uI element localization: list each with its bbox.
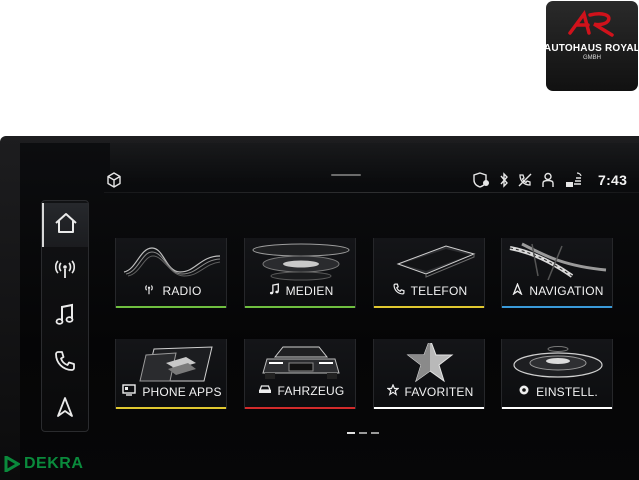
status-icons bbox=[473, 172, 583, 188]
page-dot bbox=[347, 432, 355, 434]
settings-knob-art bbox=[513, 346, 603, 378]
nav-media[interactable] bbox=[42, 295, 88, 339]
tile-einstell[interactable]: EINSTELL. bbox=[501, 339, 613, 409]
cube-icon[interactable] bbox=[106, 172, 122, 193]
dealer-subtitle: GMBH bbox=[583, 55, 601, 61]
phone-icon bbox=[393, 283, 405, 298]
tile-label-text: RADIO bbox=[162, 283, 202, 298]
tile-navigation-label: NAVIGATION bbox=[502, 282, 614, 298]
tile-telefon-label: TELEFON bbox=[374, 283, 486, 298]
tile-accent-bar bbox=[116, 407, 226, 409]
tile-telefon[interactable]: TELEFON bbox=[373, 238, 485, 308]
display-glass bbox=[20, 143, 639, 480]
pull-down-handle[interactable] bbox=[331, 174, 361, 176]
tile-accent-bar bbox=[116, 306, 226, 308]
tile-phone-apps[interactable]: PHONE APPS bbox=[115, 339, 227, 409]
tile-accent-bar bbox=[374, 407, 484, 409]
tile-label-text: MEDIEN bbox=[285, 284, 334, 298]
dealer-logo: AUTOHAUS ROYAL GMBH bbox=[543, 1, 639, 91]
ar-logo-icon bbox=[568, 10, 614, 37]
tile-navigation[interactable]: NAVIGATION bbox=[501, 238, 613, 308]
bluetooth-icon[interactable] bbox=[499, 172, 509, 188]
nav-arrow-icon bbox=[55, 396, 75, 423]
shield-location-icon[interactable] bbox=[473, 172, 491, 188]
tile-fahrzeug[interactable]: FAHRZEUG bbox=[244, 339, 356, 409]
tile-accent-bar bbox=[502, 306, 612, 308]
side-nav bbox=[41, 200, 89, 432]
user-icon[interactable] bbox=[541, 172, 557, 188]
phone-icon bbox=[54, 350, 76, 377]
tile-fahrzeug-label: FAHRZEUG bbox=[245, 384, 357, 398]
tile-radio[interactable]: RADIO bbox=[115, 238, 227, 308]
tile-einstell-label: EINSTELL. bbox=[502, 384, 614, 399]
tile-favoriten[interactable]: FAVORITEN bbox=[373, 339, 485, 409]
tile-medien-label: MEDIEN bbox=[245, 283, 357, 299]
tile-accent-bar bbox=[502, 407, 612, 409]
tile-label-text: TELEFON bbox=[410, 283, 468, 298]
connectivity-icon[interactable] bbox=[565, 172, 583, 188]
tile-label-text: FAHRZEUG bbox=[277, 384, 345, 398]
music-note-icon bbox=[269, 283, 280, 299]
page-dot bbox=[359, 432, 367, 434]
dealer-name: AUTOHAUS ROYAL bbox=[543, 43, 639, 54]
tile-label-text: EINSTELL. bbox=[536, 384, 598, 399]
tile-favoriten-label: FAVORITEN bbox=[374, 383, 486, 399]
nav-home[interactable] bbox=[42, 203, 88, 247]
dekra-logo: DEKRA bbox=[4, 455, 83, 473]
tile-accent-bar bbox=[245, 407, 355, 409]
smartphone-art bbox=[396, 245, 476, 278]
antenna-icon bbox=[53, 259, 77, 284]
phone-muted-icon[interactable] bbox=[517, 172, 533, 188]
dekra-text: DEKRA bbox=[24, 455, 84, 472]
nav-navigation[interactable] bbox=[42, 387, 88, 431]
nav-arrow-icon bbox=[512, 282, 524, 298]
car-front-art bbox=[262, 346, 340, 379]
home-icon bbox=[54, 212, 78, 239]
car-icon bbox=[258, 384, 272, 398]
clock: 7:43 bbox=[598, 172, 628, 188]
star-art bbox=[406, 343, 454, 383]
antenna-icon bbox=[142, 283, 156, 298]
dekra-mark-icon bbox=[4, 456, 20, 472]
nav-phone[interactable] bbox=[42, 341, 88, 385]
tile-label-text: FAVORITEN bbox=[404, 384, 474, 399]
radio-wave-art bbox=[123, 247, 221, 277]
page-dot bbox=[371, 432, 379, 434]
music-note-icon bbox=[55, 303, 75, 332]
tile-medien[interactable]: MEDIEN bbox=[244, 238, 356, 308]
star-icon bbox=[385, 383, 400, 399]
phone-apps-icon bbox=[122, 384, 137, 399]
nav-radio[interactable] bbox=[42, 249, 88, 293]
gear-icon bbox=[518, 384, 530, 399]
status-divider bbox=[104, 192, 639, 193]
tile-accent-bar bbox=[374, 306, 484, 308]
tile-label-text: PHONE APPS bbox=[142, 384, 222, 399]
tile-radio-label: RADIO bbox=[116, 283, 228, 298]
phone-apps-art bbox=[139, 346, 213, 382]
tile-label-text: NAVIGATION bbox=[529, 283, 604, 298]
tile-phone-apps-label: PHONE APPS bbox=[116, 384, 228, 399]
tile-accent-bar bbox=[245, 306, 355, 308]
page-indicator[interactable] bbox=[347, 432, 379, 434]
road-map-art bbox=[509, 242, 607, 281]
media-disc-art bbox=[252, 243, 350, 281]
